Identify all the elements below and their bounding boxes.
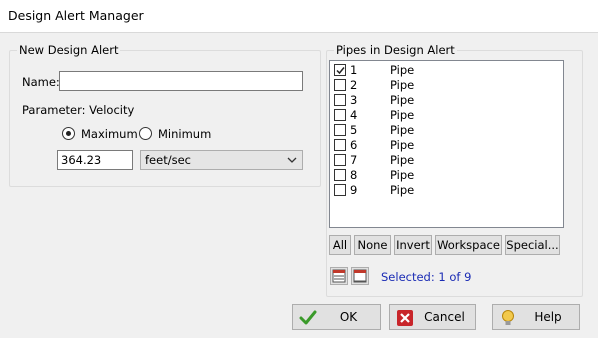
name-label: Name:: [22, 75, 60, 89]
pipe-checkbox[interactable]: [334, 124, 346, 136]
ok-label: OK: [339, 310, 358, 324]
special-button[interactable]: Special...: [505, 235, 560, 255]
pipe-name: Pipe: [390, 168, 415, 182]
maximum-label[interactable]: Maximum: [81, 127, 138, 141]
invert-button[interactable]: Invert: [394, 235, 432, 255]
pipe-name: Pipe: [390, 108, 415, 122]
columns-view-icon: [353, 269, 367, 283]
pipe-number: 6: [350, 138, 358, 152]
cancel-label: Cancel: [424, 310, 465, 324]
list-item[interactable]: 5 Pipe: [334, 123, 554, 138]
pipe-checkbox[interactable]: [334, 109, 346, 121]
pipe-number: 5: [350, 123, 358, 137]
pipe-name: Pipe: [390, 63, 415, 77]
checkmark-icon: [336, 67, 345, 75]
x-icon: [397, 310, 413, 326]
window-title: Design Alert Manager: [8, 8, 144, 23]
list-item[interactable]: 8 Pipe: [334, 168, 554, 183]
all-button[interactable]: All: [329, 235, 351, 255]
pipe-number: 4: [350, 108, 358, 122]
help-label: Help: [534, 310, 562, 324]
pipes-list[interactable]: 1 Pipe 2 Pipe 3 Pipe 4 Pipe 5 Pipe 6 Pipe 7 Pipe 8 Pipe…: [329, 60, 564, 228]
pipe-name: Pipe: [390, 183, 415, 197]
pipe-checkbox[interactable]: [334, 64, 346, 76]
pipe-checkbox[interactable]: [334, 139, 346, 151]
pipe-number: 2: [350, 78, 358, 92]
limit-value-input[interactable]: 364.23: [57, 150, 133, 170]
columns-view-button[interactable]: [351, 267, 369, 285]
pipe-name: Pipe: [390, 138, 415, 152]
help-button[interactable]: Help: [492, 304, 580, 330]
name-input[interactable]: [59, 71, 303, 91]
unit-select[interactable]: feet/sec: [140, 150, 303, 170]
pipe-checkbox[interactable]: [334, 169, 346, 181]
pipes-legend: Pipes in Design Alert: [334, 43, 457, 57]
workspace-button[interactable]: Workspace: [435, 235, 502, 255]
pipe-number: 1: [350, 63, 358, 77]
list-item[interactable]: 2 Pipe: [334, 78, 554, 93]
list-item[interactable]: 1 Pipe: [334, 63, 554, 78]
chevron-down-icon: [287, 157, 297, 163]
list-item[interactable]: 7 Pipe: [334, 153, 554, 168]
list-item[interactable]: 3 Pipe: [334, 93, 554, 108]
ok-button[interactable]: OK: [292, 304, 381, 330]
pipe-name: Pipe: [390, 93, 415, 107]
new-design-alert-legend: New Design Alert: [17, 43, 121, 57]
pipe-checkbox[interactable]: [334, 154, 346, 166]
parameter-label: Parameter: Velocity: [22, 103, 135, 117]
lightbulb-icon: [502, 310, 514, 325]
minimum-radio[interactable]: [139, 127, 152, 140]
list-view-button[interactable]: [330, 267, 348, 285]
list-item[interactable]: 6 Pipe: [334, 138, 554, 153]
pipe-checkbox[interactable]: [334, 184, 346, 196]
list-view-icon: [332, 269, 346, 283]
checkmark-icon: [299, 310, 317, 325]
none-button[interactable]: None: [354, 235, 391, 255]
pipe-name: Pipe: [390, 153, 415, 167]
pipe-name: Pipe: [390, 78, 415, 92]
selected-count: Selected: 1 of 9: [381, 270, 472, 284]
unit-select-value: feet/sec: [145, 153, 191, 167]
title-bar: Design Alert Manager: [0, 0, 598, 33]
pipe-checkbox[interactable]: [334, 79, 346, 91]
minimum-label[interactable]: Minimum: [158, 127, 211, 141]
pipe-number: 9: [350, 183, 358, 197]
pipe-name: Pipe: [390, 123, 415, 137]
pipe-number: 8: [350, 168, 358, 182]
pipe-number: 7: [350, 153, 358, 167]
list-item[interactable]: 9 Pipe: [334, 183, 554, 198]
cancel-button[interactable]: Cancel: [389, 304, 476, 330]
list-item[interactable]: 4 Pipe: [334, 108, 554, 123]
maximum-radio[interactable]: [62, 127, 75, 140]
pipe-checkbox[interactable]: [334, 94, 346, 106]
pipe-number: 3: [350, 93, 358, 107]
